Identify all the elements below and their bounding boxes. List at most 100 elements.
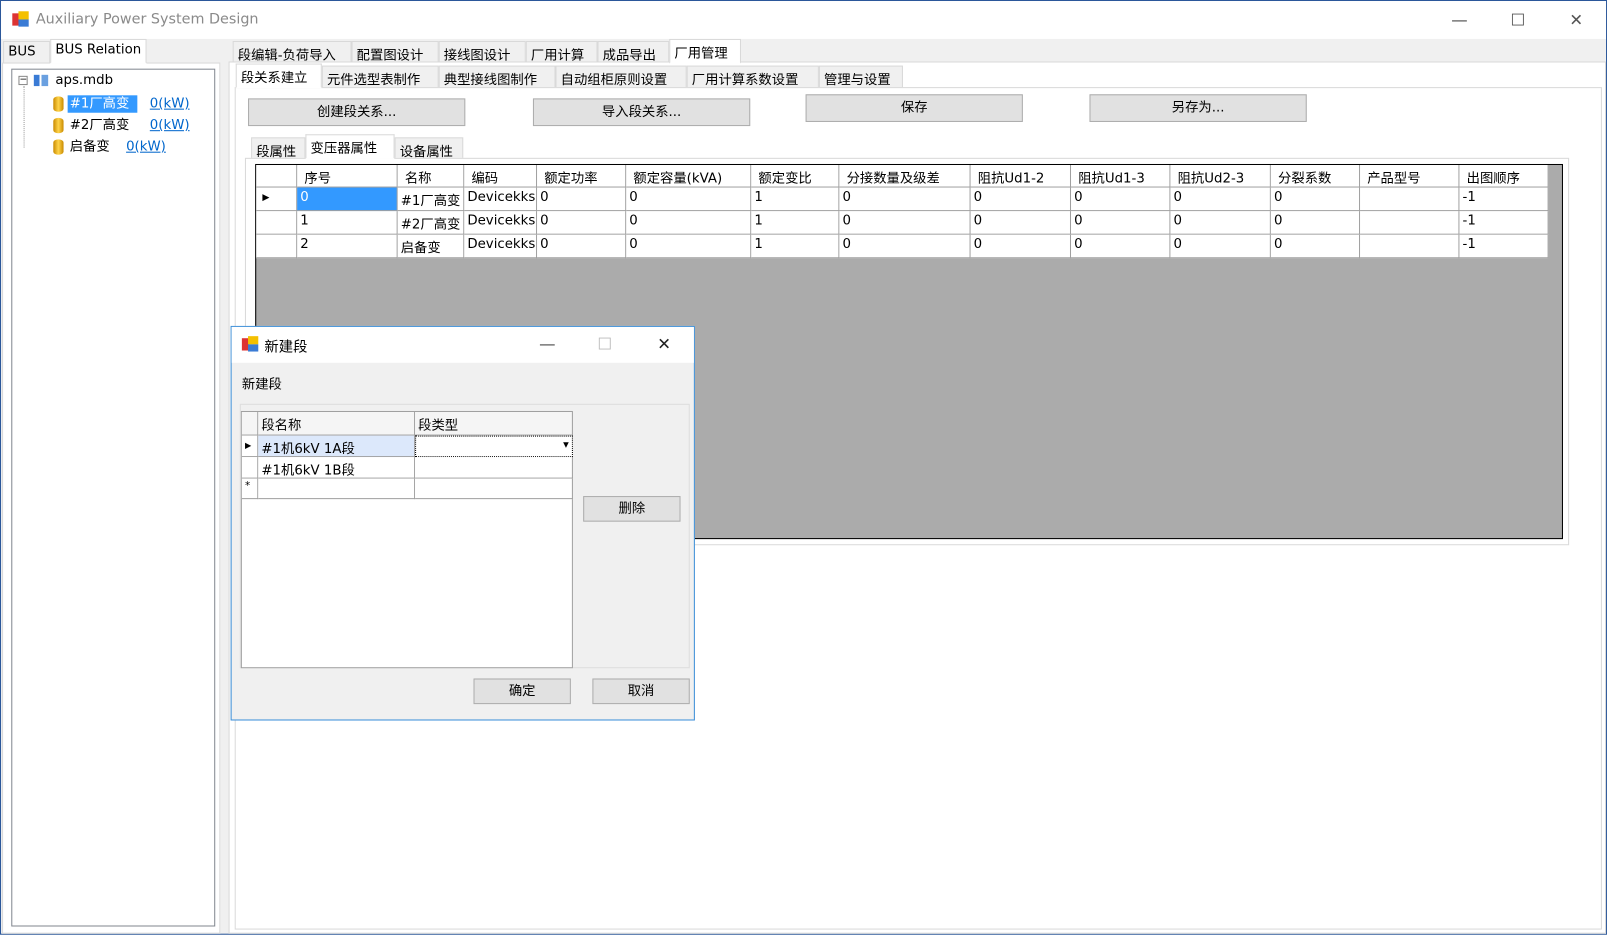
create-relation-button[interactable]: 创建段关系...	[248, 98, 466, 127]
tab-cabinet-rules[interactable]: 自动组柜原则设置	[555, 65, 687, 89]
tree-item[interactable]: 启备变 0(kW)	[53, 135, 166, 155]
current-row-marker[interactable]: ▶	[241, 435, 259, 458]
segment-grid[interactable]: 段名称 段类型 ▶ #1机6kV 1A段 ▾ #1机6kV 1B段 *	[240, 410, 573, 669]
table-cell[interactable]: 0	[839, 234, 971, 259]
table-cell[interactable]: -1	[1459, 187, 1549, 212]
table-cell[interactable]	[1360, 211, 1460, 235]
column-header[interactable]: 段名称	[258, 412, 416, 436]
tab-transformer-props[interactable]: 变压器属性	[305, 134, 395, 159]
tab-device-props[interactable]: 设备属性	[394, 137, 464, 160]
dropdown-arrow-icon[interactable]: ▾	[563, 438, 569, 451]
dialog-close-button[interactable]: ✕	[641, 331, 688, 358]
table-cell[interactable]: 0	[537, 211, 627, 235]
table-cell[interactable]: 2	[297, 234, 398, 259]
tab-management[interactable]: 厂用管理	[669, 38, 742, 64]
tab-coefficients[interactable]: 厂用计算系数设置	[686, 65, 819, 89]
tree-item[interactable]: #1厂高变 0(kW)	[53, 92, 190, 113]
table-cell[interactable]: 0	[626, 187, 752, 212]
tab-segment-props[interactable]: 段属性	[251, 137, 306, 160]
cancel-button[interactable]: 取消	[592, 678, 690, 705]
column-header[interactable]: 分接数量及级差	[839, 165, 971, 188]
table-cell[interactable]: 1	[751, 187, 840, 212]
collapse-toggle[interactable]: −	[18, 75, 28, 86]
tab-wiring-design[interactable]: 接线图设计	[438, 40, 526, 64]
new-row-cell[interactable]	[415, 478, 573, 500]
tab-export[interactable]: 成品导出	[597, 40, 670, 64]
table-cell[interactable]	[1360, 234, 1460, 259]
tab-bus-relation[interactable]: BUS Relation	[50, 38, 147, 64]
row-header[interactable]	[256, 211, 298, 235]
tab-admin-settings[interactable]: 管理与设置	[818, 65, 903, 89]
table-cell[interactable]: #2厂高变	[397, 211, 465, 235]
table-cell[interactable]: 1	[751, 211, 840, 235]
table-cell[interactable]: -1	[1459, 211, 1549, 235]
table-cell[interactable]: 0	[626, 234, 752, 259]
tab-config-design[interactable]: 配置图设计	[351, 40, 439, 64]
row-header[interactable]	[256, 234, 298, 259]
table-cell[interactable]: 0	[970, 234, 1072, 259]
load-link[interactable]: 0(kW)	[150, 118, 190, 133]
table-cell[interactable]: 0	[839, 211, 971, 235]
table-cell[interactable]: 0	[1071, 234, 1171, 259]
segment-name-cell[interactable]: #1机6kV 1A段	[258, 435, 416, 458]
tab-segment-relation[interactable]: 段关系建立	[235, 63, 322, 89]
table-cell[interactable]: 0	[1170, 211, 1271, 235]
tree-root[interactable]: aps.mdb	[55, 73, 113, 88]
table-cell[interactable]: 1	[751, 234, 840, 259]
table-cell[interactable]: 0	[626, 211, 752, 235]
tab-bus[interactable]: BUS	[3, 40, 51, 64]
column-header[interactable]: 额定功率	[537, 165, 627, 188]
new-row-cell[interactable]	[258, 478, 416, 500]
table-cell[interactable]	[1360, 187, 1460, 212]
table-cell[interactable]: -1	[1459, 234, 1549, 259]
column-header[interactable]: 产品型号	[1360, 165, 1460, 188]
table-cell[interactable]: 0	[1170, 234, 1271, 259]
table-cell[interactable]: 0	[1071, 211, 1171, 235]
new-row-marker[interactable]: *	[241, 478, 259, 500]
table-cell[interactable]: 0	[839, 187, 971, 212]
delete-button[interactable]: 删除	[583, 496, 681, 522]
minimize-button[interactable]: —	[1436, 7, 1483, 34]
table-cell[interactable]: 0	[537, 187, 627, 212]
import-relation-button[interactable]: 导入段关系...	[532, 98, 751, 127]
tab-calculation[interactable]: 厂用计算	[525, 40, 598, 64]
maximize-button[interactable]: ☐	[1494, 7, 1541, 34]
tree-item[interactable]: #2厂高变 0(kW)	[53, 114, 190, 134]
close-button[interactable]: ✕	[1553, 7, 1600, 34]
tab-segment-edit[interactable]: 段编辑-负荷导入	[232, 40, 352, 64]
column-header[interactable]: 编码	[464, 165, 538, 188]
table-cell[interactable]: 0	[297, 187, 398, 212]
tab-typical-wiring[interactable]: 典型接线图制作	[438, 65, 556, 89]
column-header[interactable]: 段类型	[415, 412, 573, 436]
column-header[interactable]: 名称	[397, 165, 465, 188]
table-cell[interactable]: 0	[970, 211, 1072, 235]
tab-component-selection[interactable]: 元件选型表制作	[321, 65, 439, 89]
table-cell[interactable]: 0	[1170, 187, 1271, 212]
column-header[interactable]: 序号	[297, 165, 398, 188]
table-cell[interactable]: 启备变	[397, 234, 465, 259]
table-cell[interactable]: Devicekks	[464, 187, 538, 212]
column-header[interactable]: 额定变比	[751, 165, 840, 188]
load-link[interactable]: 0(kW)	[150, 96, 190, 111]
table-cell[interactable]: 0	[537, 234, 627, 259]
table-cell[interactable]: 0	[1270, 211, 1361, 235]
row-header[interactable]	[241, 457, 259, 479]
ok-button[interactable]: 确定	[473, 678, 571, 705]
table-cell[interactable]: 0	[1071, 187, 1171, 212]
table-cell[interactable]: #1厂高变	[397, 187, 465, 212]
table-cell[interactable]: Devicekks	[464, 211, 538, 235]
segment-type-cell[interactable]	[415, 457, 573, 479]
table-cell[interactable]: 1	[297, 211, 398, 235]
column-header[interactable]: 出图顺序	[1459, 165, 1549, 188]
column-header[interactable]: 阻抗Ud1-3	[1071, 165, 1171, 188]
table-cell[interactable]: 0	[1270, 234, 1361, 259]
row-header[interactable]: ▶	[256, 187, 298, 212]
dialog-minimize-button[interactable]: —	[524, 331, 571, 358]
save-as-button[interactable]: 另存为...	[1089, 94, 1307, 122]
column-header[interactable]: 阻抗Ud1-2	[970, 165, 1072, 188]
column-header[interactable]: 额定容量(kVA)	[626, 165, 752, 188]
table-cell[interactable]: 0	[1270, 187, 1361, 212]
segment-name-cell[interactable]: #1机6kV 1B段	[258, 457, 416, 479]
save-button[interactable]: 保存	[805, 94, 1023, 122]
table-cell[interactable]: 0	[970, 187, 1072, 212]
